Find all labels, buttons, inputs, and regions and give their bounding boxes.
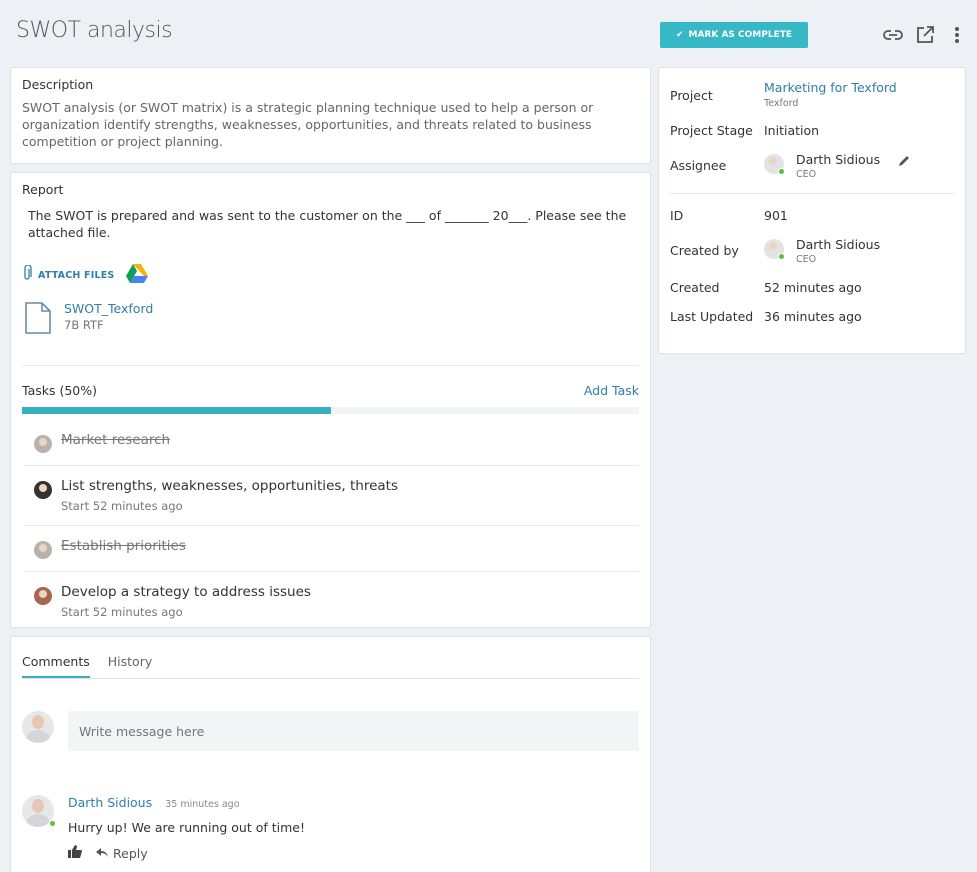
- document-icon: [24, 301, 52, 339]
- pencil-icon[interactable]: [898, 154, 911, 170]
- current-user-avatar: [22, 711, 54, 743]
- more-vertical-icon[interactable]: [946, 24, 968, 46]
- task-assignee-avatar: [34, 541, 52, 559]
- divider: [22, 365, 639, 366]
- divider: [670, 193, 954, 194]
- creator-name[interactable]: Darth Sidious: [796, 237, 880, 252]
- report-card: Report The SWOT is prepared and was sent…: [10, 172, 651, 628]
- project-label: Project: [670, 88, 713, 103]
- online-status-dot: [49, 820, 56, 827]
- link-icon[interactable]: [882, 24, 904, 46]
- task-item[interactable]: List strengths, weaknesses, opportunitie…: [24, 466, 639, 526]
- id-label: ID: [670, 208, 684, 223]
- tab-comments[interactable]: Comments: [22, 654, 90, 678]
- description-card: Description SWOT analysis (or SWOT matri…: [10, 67, 651, 164]
- file-meta: 7B RTF: [64, 318, 104, 332]
- task-assignee-avatar: [34, 481, 52, 499]
- assignee-avatar[interactable]: [764, 154, 785, 175]
- comments-tabs: Comments History: [22, 654, 639, 679]
- task-title[interactable]: Establish priorities: [61, 538, 186, 554]
- comment-item: Darth Sidious 35 minutes ago Hurry up! W…: [22, 795, 639, 861]
- created-label: Created: [670, 280, 720, 295]
- open-external-icon[interactable]: [914, 24, 936, 46]
- project-stage-value[interactable]: Initiation: [764, 123, 819, 138]
- tasks-progress-bar: [22, 407, 639, 414]
- report-text[interactable]: The SWOT is prepared and was sent to the…: [28, 207, 639, 241]
- comments-card: Comments History Darth Sidious 35 minute…: [10, 636, 651, 872]
- tab-history[interactable]: History: [108, 654, 152, 678]
- creator-role: CEO: [796, 254, 817, 265]
- comment-text: Hurry up! We are running out of time!: [68, 820, 305, 835]
- message-input[interactable]: [68, 711, 639, 751]
- online-status-dot: [778, 168, 785, 175]
- task-title[interactable]: Market research: [61, 432, 170, 448]
- reply-label: Reply: [113, 845, 148, 861]
- mark-complete-label: MARK AS COMPLETE: [688, 30, 793, 40]
- task-title[interactable]: List strengths, weaknesses, opportunitie…: [61, 478, 398, 494]
- task-details-card: Project Marketing for Texford Texford Pr…: [658, 67, 966, 354]
- paperclip-icon[interactable]: [22, 264, 32, 285]
- project-link[interactable]: Marketing for Texford: [764, 80, 897, 95]
- created-by-label: Created by: [670, 243, 739, 258]
- tasks-heading: Tasks (50%): [22, 383, 97, 398]
- id-value: 901: [764, 208, 788, 223]
- mark-as-complete-button[interactable]: ✔ MARK AS COMPLETE: [660, 22, 808, 48]
- project-stage-label: Project Stage: [670, 123, 753, 138]
- task-title[interactable]: Develop a strategy to address issues: [61, 584, 311, 600]
- task-assignee-avatar: [34, 435, 52, 453]
- file-name-link[interactable]: SWOT_Texford: [64, 301, 153, 316]
- assignee-role: CEO: [796, 169, 817, 180]
- assignee-label: Assignee: [670, 158, 727, 173]
- assignee-name[interactable]: Darth Sidious: [796, 152, 880, 167]
- page-title: SWOT analysis: [16, 18, 173, 43]
- google-drive-icon[interactable]: [126, 263, 149, 287]
- task-assignee-avatar: [34, 587, 52, 605]
- task-item[interactable]: Market research: [24, 420, 639, 466]
- tasks-progress-fill: [22, 407, 331, 414]
- last-updated-label: Last Updated: [670, 309, 754, 324]
- check-icon: ✔: [675, 30, 684, 40]
- reply-button[interactable]: Reply: [96, 846, 148, 861]
- description-heading: Description: [22, 77, 94, 92]
- attach-files-button[interactable]: ATTACH FILES: [38, 270, 114, 281]
- comment-author[interactable]: Darth Sidious: [68, 795, 152, 810]
- description-text: SWOT analysis (or SWOT matrix) is a stra…: [22, 100, 594, 149]
- task-list: Market research List strengths, weakness…: [22, 420, 639, 631]
- created-value: 52 minutes ago: [764, 280, 862, 295]
- comment-time: 35 minutes ago: [165, 799, 240, 810]
- attached-file[interactable]: SWOT_Texford 7B RTF: [22, 301, 639, 339]
- project-client: Texford: [764, 98, 799, 109]
- report-heading: Report: [22, 182, 64, 197]
- like-icon[interactable]: [68, 845, 82, 861]
- task-meta: Start 52 minutes ago: [61, 499, 183, 513]
- task-item[interactable]: Develop a strategy to address issues Sta…: [24, 572, 639, 631]
- reply-icon: [96, 846, 108, 861]
- last-updated-value: 36 minutes ago: [764, 309, 862, 324]
- add-task-link[interactable]: Add Task: [584, 383, 639, 398]
- task-item[interactable]: Establish priorities: [24, 526, 639, 572]
- task-meta: Start 52 minutes ago: [61, 605, 183, 619]
- online-status-dot: [778, 253, 785, 260]
- creator-avatar[interactable]: [764, 239, 785, 260]
